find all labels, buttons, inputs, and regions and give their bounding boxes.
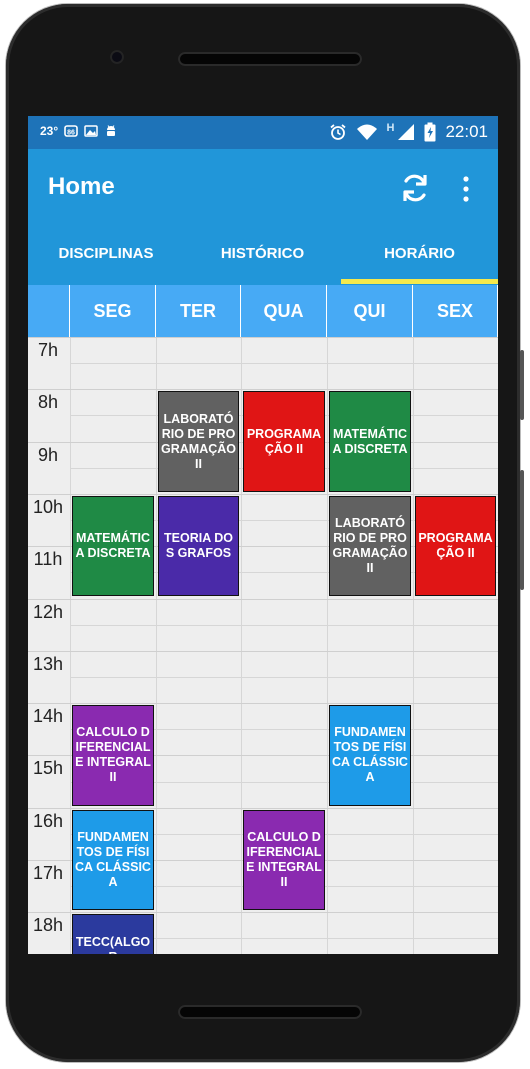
tab-label: DISCIPLINAS <box>58 245 154 262</box>
tab-horario[interactable]: HORÁRIO <box>341 229 498 285</box>
earpiece-speaker <box>178 52 362 66</box>
column-divider <box>70 337 71 954</box>
page-title: Home <box>48 173 115 200</box>
hour-divider <box>28 598 498 600</box>
day-header-ter: TER <box>156 285 241 337</box>
app-bar: Home <box>28 149 498 229</box>
class-block[interactable]: MATEMÁTICA DISCRETA <box>72 495 154 597</box>
day-header-qui: QUI <box>327 285 413 337</box>
hour-divider <box>28 703 498 705</box>
half-hour-divider <box>70 363 498 365</box>
class-block[interactable]: MATEMÁTICA DISCRETA <box>329 391 411 492</box>
alarm-icon <box>329 124 346 140</box>
class-block[interactable]: CALCULO DIFERENCIAL E INTEGRAL II <box>243 809 325 911</box>
bottom-speaker <box>178 1005 362 1019</box>
power-button <box>520 350 524 420</box>
day-header-seg: SEG <box>70 285 156 337</box>
hour-label: 10h <box>32 496 64 517</box>
hour-label: 7h <box>37 340 59 360</box>
screen: 23° 86 H 22:01 Home DISCIPLINAS HISTÓRIC… <box>28 116 498 954</box>
day-header-sex: SEX <box>413 285 498 337</box>
hour-label: 11h <box>33 549 63 570</box>
hour-divider <box>28 493 498 495</box>
hour-label: 15h <box>32 758 64 779</box>
svg-text:86: 86 <box>67 130 75 137</box>
hour-label: 13h <box>32 653 64 674</box>
clock-text: 22:01 <box>445 122 488 141</box>
class-block[interactable]: PROGRAMAÇÃO II <box>243 391 325 492</box>
signal-icon <box>398 124 415 140</box>
column-divider <box>327 337 328 954</box>
temperature-text: 23° <box>40 124 59 138</box>
class-block[interactable]: PROGRAMAÇÃO II <box>415 495 496 597</box>
hour-divider <box>28 807 498 809</box>
class-block[interactable]: LABORATÓRIO DE PROGRAMAÇÃO II <box>158 391 239 492</box>
hour-label: 9h <box>37 444 59 465</box>
tab-indicator <box>341 279 498 284</box>
volume-button <box>520 470 524 590</box>
schedule-grid[interactable]: SEG TER QUA QUI SEX 7h 8h 9h 10h 11h 12h 13h 14h 15h 1… <box>28 285 498 954</box>
more-vert-icon[interactable] <box>456 173 476 205</box>
grid-corner <box>28 285 70 337</box>
hour-divider <box>28 650 498 652</box>
hour-label: 14h <box>32 706 64 727</box>
hour-label: 17h <box>32 863 64 883</box>
front-camera <box>110 50 124 64</box>
status-bar: 23° 86 H 22:01 <box>28 116 498 149</box>
wifi-icon <box>356 124 377 140</box>
hour-label: 12h <box>32 601 64 622</box>
half-hour-divider <box>70 624 498 626</box>
tab-historico[interactable]: HISTÓRICO <box>184 229 341 285</box>
android-icon <box>107 125 116 136</box>
class-block[interactable]: TEORIA DOS GRAFOS <box>158 495 239 597</box>
hour-divider <box>28 912 498 914</box>
network-type-label: H <box>386 122 395 134</box>
class-block[interactable]: FUNDAMENTOS DE FÍSICA CLÁSSICA <box>72 809 154 911</box>
day-header-qua: QUA <box>241 285 327 337</box>
hour-label: 18h <box>32 915 64 936</box>
hour-divider <box>28 337 498 338</box>
refresh-icon[interactable] <box>398 171 432 205</box>
class-block[interactable]: TECC(ALGOR <box>72 914 154 954</box>
hour-divider <box>28 389 498 391</box>
column-divider <box>156 337 157 954</box>
tab-label: HISTÓRICO <box>220 245 305 262</box>
class-block[interactable]: LABORATÓRIO DE PROGRAMAÇÃO II <box>329 495 411 597</box>
photo-icon <box>84 125 98 137</box>
class-block[interactable]: FUNDAMENTOS DE FÍSICA CLÁSSICA <box>329 705 411 806</box>
column-divider <box>241 337 242 954</box>
tab-disciplinas[interactable]: DISCIPLINAS <box>28 229 184 285</box>
class-block[interactable]: CALCULO DIFERENCIAL E INTEGRAL II <box>72 705 154 806</box>
half-hour-divider <box>70 676 498 678</box>
weather-icon: 86 <box>64 125 78 137</box>
hour-label: 16h <box>32 810 64 831</box>
tab-bar: DISCIPLINAS HISTÓRICO HORÁRIO <box>28 229 498 285</box>
battery-icon <box>424 122 436 142</box>
column-divider <box>413 337 414 954</box>
tab-label: HORÁRIO <box>384 245 455 262</box>
hour-label: 8h <box>37 392 59 413</box>
